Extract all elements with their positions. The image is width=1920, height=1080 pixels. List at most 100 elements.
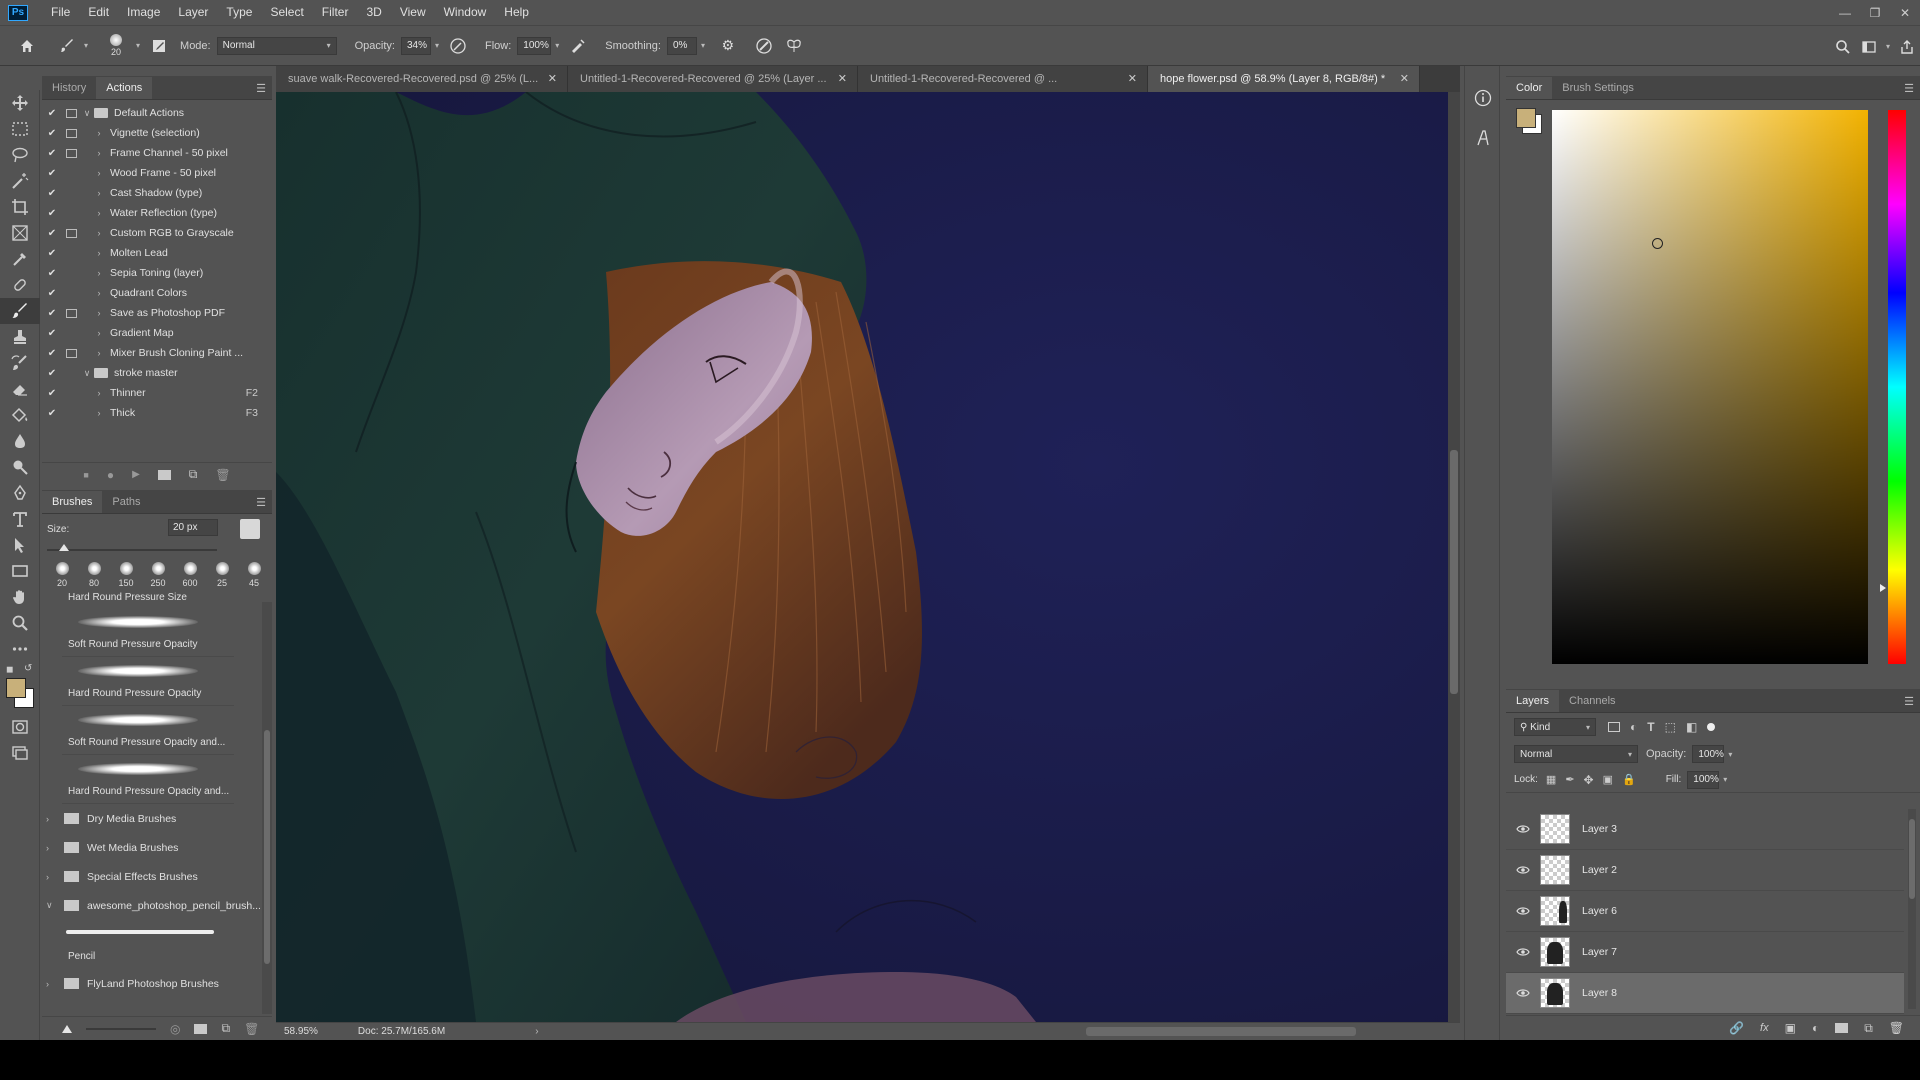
eye-icon[interactable]: [1506, 865, 1540, 875]
menu-image[interactable]: Image: [118, 0, 169, 25]
brush-item[interactable]: Hard Round Pressure Size: [42, 592, 272, 608]
menu-window[interactable]: Window: [435, 0, 496, 25]
action-item[interactable]: ✔ › Vignette (selection): [42, 123, 272, 143]
action-item[interactable]: ✔ › Quadrant Colors: [42, 283, 272, 303]
pen-tool-icon[interactable]: [0, 480, 40, 506]
chevron-down-icon[interactable]: ▾: [555, 41, 559, 50]
close-tab-icon[interactable]: ✕: [548, 66, 557, 92]
check-icon[interactable]: ✔: [42, 388, 62, 399]
stop-icon[interactable]: ■: [83, 470, 88, 480]
brush-folder[interactable]: ∨ awesome_photoshop_pencil_brush...: [42, 891, 272, 920]
canvas-horizontal-scrollbar[interactable]: [516, 1023, 1460, 1040]
dialog-toggle-icon[interactable]: [62, 287, 80, 299]
flow-input[interactable]: 100%: [517, 36, 552, 55]
crop-tool-icon[interactable]: [0, 194, 40, 220]
action-item[interactable]: ✔ › Custom RGB to Grayscale: [42, 223, 272, 243]
document-tab[interactable]: suave walk-Recovered-Recovered.psd @ 25%…: [276, 66, 568, 92]
marquee-tool-icon[interactable]: [0, 116, 40, 142]
action-item[interactable]: ✔ › Molten Lead: [42, 243, 272, 263]
menu-select[interactable]: Select: [261, 0, 312, 25]
lock-transparent-icon[interactable]: ▦: [1546, 773, 1556, 786]
chevron-down-icon[interactable]: ∨: [80, 108, 94, 119]
zoom-level[interactable]: 58.95%: [284, 1026, 318, 1037]
move-tool-icon[interactable]: [0, 90, 40, 116]
chevron-right-icon[interactable]: ›: [92, 308, 106, 318]
chevron-right-icon[interactable]: ›: [46, 979, 58, 989]
chevron-down-icon[interactable]: ▾: [435, 41, 439, 50]
layer-opacity-input[interactable]: 100%: [1692, 745, 1725, 763]
eraser-tool-icon[interactable]: [0, 376, 40, 402]
quick-mask-icon[interactable]: [0, 714, 40, 740]
eye-icon[interactable]: [1506, 906, 1540, 916]
dialog-toggle-icon[interactable]: [62, 107, 80, 119]
size-slider-track[interactable]: [47, 544, 217, 551]
new-brush-icon[interactable]: [240, 519, 260, 539]
action-item[interactable]: ✔ › Mixer Brush Cloning Paint ...: [42, 343, 272, 363]
new-group-icon[interactable]: [194, 1023, 208, 1034]
horizontal-scroll-thumb[interactable]: [1086, 1027, 1356, 1036]
toggle-brush-settings-icon[interactable]: [146, 33, 172, 59]
check-icon[interactable]: ✔: [42, 168, 62, 179]
menu-edit[interactable]: Edit: [79, 0, 118, 25]
dialog-toggle-icon[interactable]: [62, 187, 80, 199]
link-layers-icon[interactable]: 🔗: [1729, 1021, 1744, 1035]
info-icon[interactable]: [1465, 78, 1501, 118]
brush-item[interactable]: Soft Round Pressure Opacity: [62, 608, 234, 657]
dialog-toggle-icon[interactable]: [62, 247, 80, 259]
brush-item[interactable]: Soft Round Pressure Opacity and...: [62, 706, 234, 755]
menu-3d[interactable]: 3D: [357, 0, 390, 25]
menu-filter[interactable]: Filter: [313, 0, 358, 25]
action-item[interactable]: ✔ ∨ stroke master: [42, 363, 272, 383]
dialog-toggle-icon[interactable]: [62, 127, 80, 139]
dialog-toggle-icon[interactable]: [62, 367, 80, 379]
check-icon[interactable]: ✔: [42, 288, 62, 299]
screen-mode-icon[interactable]: [0, 740, 40, 766]
dialog-toggle-icon[interactable]: [62, 267, 80, 279]
tab-brush-settings[interactable]: Brush Settings: [1552, 77, 1644, 99]
zoom-tool-icon[interactable]: [0, 610, 40, 636]
action-item[interactable]: ✔ › Wood Frame - 50 pixel: [42, 163, 272, 183]
layer-row[interactable]: Layer 3: [1506, 809, 1904, 850]
close-tab-icon[interactable]: ✕: [1400, 66, 1409, 92]
chevron-right-icon[interactable]: ›: [92, 328, 106, 338]
fill-input[interactable]: 100%: [1687, 770, 1720, 789]
canvas-vertical-scrollbar[interactable]: [1448, 92, 1460, 1022]
filter-adjustment-icon[interactable]: ◐: [1630, 720, 1637, 734]
eye-icon[interactable]: [1506, 947, 1540, 957]
clone-stamp-tool-icon[interactable]: [0, 324, 40, 350]
chevron-right-icon[interactable]: ›: [46, 814, 58, 824]
trash-icon[interactable]: 🗑: [1889, 1021, 1904, 1035]
filter-type-icon[interactable]: T: [1647, 720, 1654, 734]
color-picker-ring[interactable]: [1652, 238, 1663, 249]
lock-position-icon[interactable]: ✥: [1584, 773, 1594, 787]
close-tab-icon[interactable]: ✕: [838, 66, 847, 92]
menu-layer[interactable]: Layer: [169, 0, 217, 25]
check-icon[interactable]: ✔: [42, 108, 62, 119]
brush-tool-icon[interactable]: [0, 298, 40, 324]
new-action-icon[interactable]: ⧉: [189, 467, 198, 482]
brush-item[interactable]: Hard Round Pressure Opacity: [62, 657, 234, 706]
smoothing-input[interactable]: 0%: [666, 36, 697, 55]
dialog-toggle-icon[interactable]: [62, 147, 80, 159]
brush-folder[interactable]: › Special Effects Brushes: [42, 862, 272, 891]
dialog-toggle-icon[interactable]: [62, 407, 80, 419]
symmetry-butterfly-icon[interactable]: [781, 33, 807, 59]
chevron-down-icon[interactable]: ∨: [80, 368, 94, 379]
more-tools-icon[interactable]: [0, 636, 40, 662]
layer-row[interactable]: Layer 7: [1506, 932, 1904, 973]
check-icon[interactable]: ✔: [42, 208, 62, 219]
check-icon[interactable]: ✔: [42, 308, 62, 319]
chevron-right-icon[interactable]: ›: [92, 248, 106, 258]
brush-list-scroll-thumb[interactable]: [264, 730, 270, 964]
paint-bucket-tool-icon[interactable]: [0, 402, 40, 428]
eyedropper-tool-icon[interactable]: [0, 246, 40, 272]
dodge-tool-icon[interactable]: [0, 454, 40, 480]
lock-artboard-icon[interactable]: ▣: [1603, 773, 1613, 786]
chevron-down-icon[interactable]: ▾: [1886, 42, 1890, 51]
document-tab[interactable]: hope flower.psd @ 58.9% (Layer 8, RGB/8#…: [1148, 66, 1420, 92]
layer-row[interactable]: Layer 2: [1506, 850, 1904, 891]
layer-scroll-thumb[interactable]: [1909, 819, 1915, 899]
airbrush-icon[interactable]: [565, 33, 591, 59]
add-mask-icon[interactable]: ▣: [1785, 1021, 1796, 1035]
check-icon[interactable]: ✔: [42, 408, 62, 419]
